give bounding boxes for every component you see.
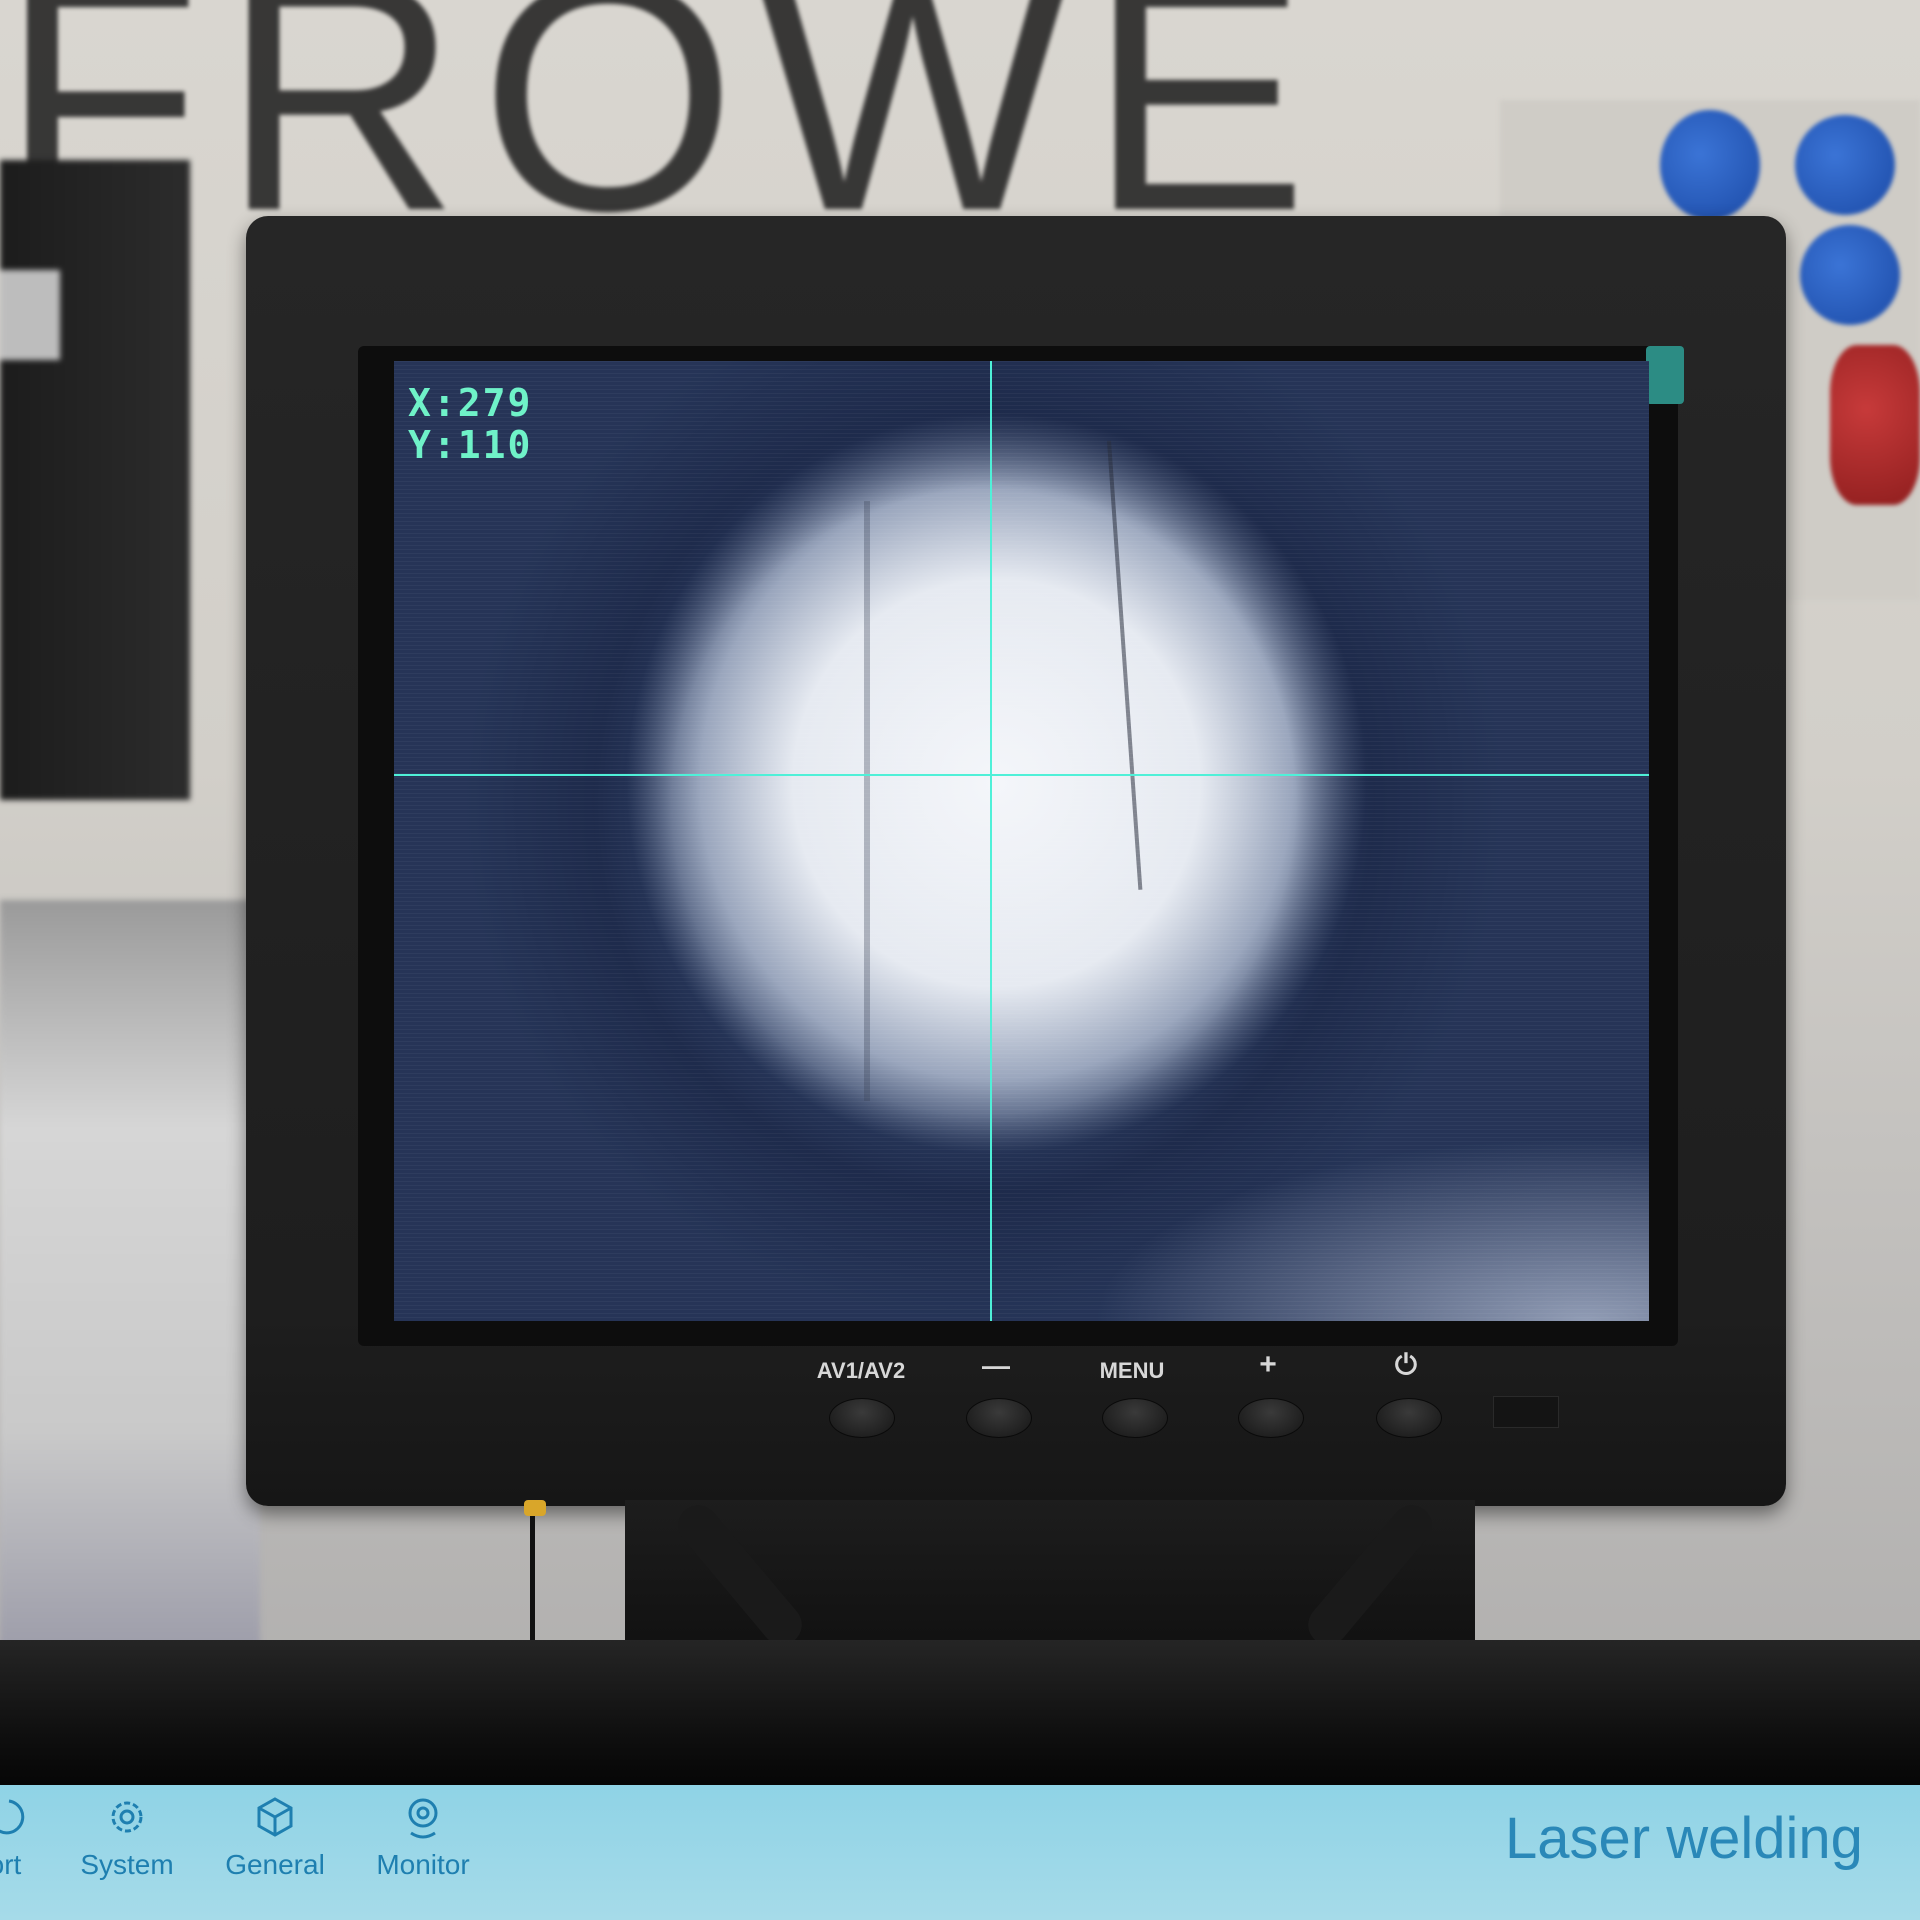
plus-button[interactable] xyxy=(1238,1398,1304,1438)
background-cabinet xyxy=(0,900,260,1660)
minus-button-label: — xyxy=(982,1350,1010,1381)
input-select-button[interactable] xyxy=(829,1398,895,1438)
power-button[interactable] xyxy=(1376,1398,1442,1438)
machine-rail xyxy=(0,1640,1920,1790)
hmi-nav-label: System xyxy=(80,1849,174,1880)
minus-button[interactable] xyxy=(966,1398,1032,1438)
plus-button-label: + xyxy=(1259,1348,1277,1381)
crosshair-horizontal xyxy=(394,774,1649,776)
blue-knob-icon xyxy=(1660,110,1760,220)
photo-scene: FROWE X:279 Y:110 AV1/AV2 — MENU + ⏻ rt … xyxy=(0,0,1920,1920)
x-coordinate-readout: X:279 xyxy=(408,381,533,425)
scanline-overlay xyxy=(394,361,1649,1321)
protective-film-tab xyxy=(1646,346,1684,404)
hmi-nav-label: General xyxy=(225,1849,325,1880)
blue-knob-icon xyxy=(1800,225,1900,325)
blue-knob-icon xyxy=(1795,115,1895,215)
background-machine xyxy=(0,160,190,800)
ir-sensor-window xyxy=(1493,1396,1559,1428)
report-icon xyxy=(0,1799,25,1835)
hmi-nav-general[interactable]: General xyxy=(200,1791,350,1881)
hmi-nav-monitor[interactable]: Monitor xyxy=(348,1791,498,1881)
menu-button[interactable] xyxy=(1102,1398,1168,1438)
video-cable xyxy=(530,1500,549,1660)
y-coordinate-readout: Y:110 xyxy=(408,423,533,467)
red-connector-icon xyxy=(1830,345,1920,505)
camera-feed-screen: X:279 Y:110 xyxy=(394,361,1649,1321)
hmi-touchscreen: ort System General Monitor xyxy=(0,1785,1920,1920)
cube-icon xyxy=(257,1797,293,1837)
cable-connector xyxy=(524,1500,546,1516)
input-button-label: AV1/AV2 xyxy=(816,1358,906,1383)
hmi-nav-label: Monitor xyxy=(376,1849,470,1880)
camera-monitor: X:279 Y:110 AV1/AV2 — MENU + ⏻ xyxy=(246,216,1786,1506)
gear-icon xyxy=(111,1801,143,1833)
crosshair-vertical xyxy=(990,361,992,1321)
menu-button-label: MENU xyxy=(1099,1358,1165,1383)
power-icon: ⏻ xyxy=(1394,1349,1418,1380)
machine-label-plate xyxy=(0,270,60,360)
location-pin-icon xyxy=(408,1798,438,1839)
hmi-nav-system[interactable]: System xyxy=(52,1791,202,1881)
hmi-page-title: Laser welding xyxy=(1505,1806,1863,1871)
